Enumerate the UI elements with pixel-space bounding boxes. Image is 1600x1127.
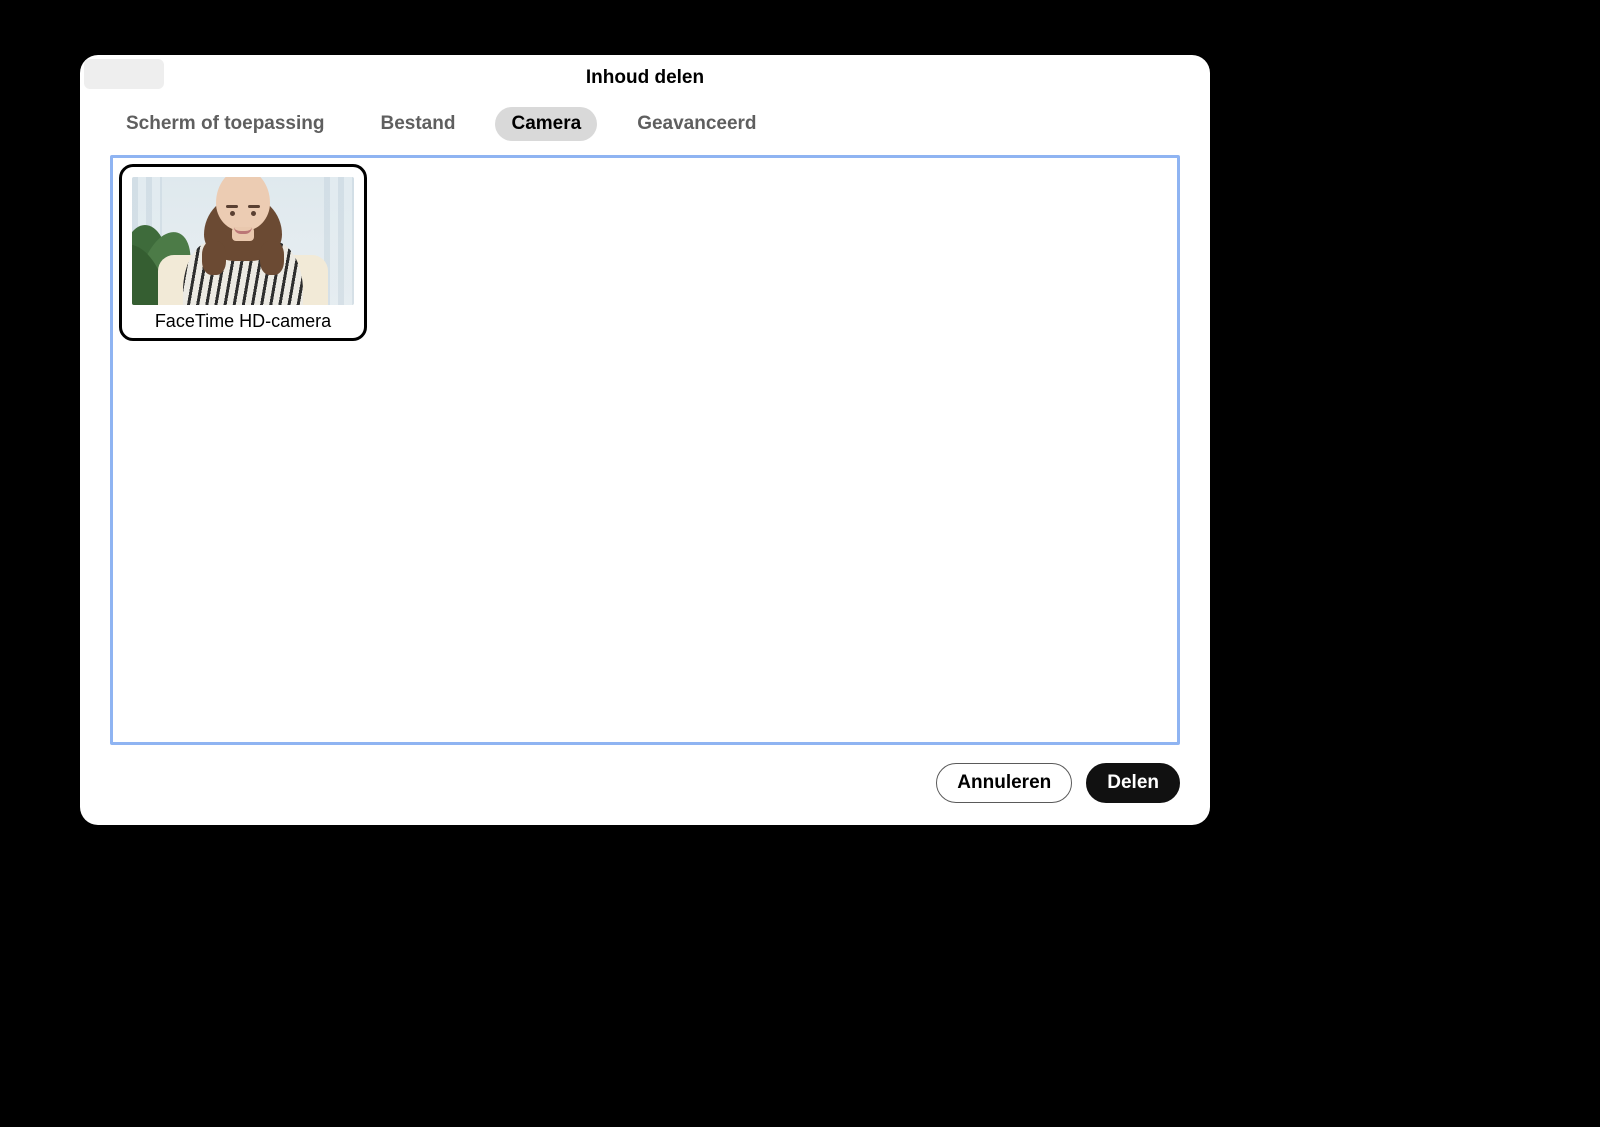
tab-advanced[interactable]: Geavanceerd	[621, 107, 772, 141]
window-controls-placeholder	[84, 59, 164, 89]
tab-bar: Scherm of toepassing Bestand Camera Geav…	[80, 101, 1210, 155]
tab-screen-or-application[interactable]: Scherm of toepassing	[110, 107, 341, 141]
share-button[interactable]: Delen	[1086, 763, 1180, 803]
tab-camera[interactable]: Camera	[495, 107, 597, 141]
cancel-button[interactable]: Annuleren	[936, 763, 1072, 803]
camera-option-label: FaceTime HD-camera	[132, 305, 354, 332]
dialog-titlebar: Inhoud delen	[80, 55, 1210, 101]
camera-selection-area[interactable]: FaceTime HD-camera	[110, 155, 1180, 745]
dialog-title: Inhoud delen	[586, 67, 704, 89]
share-content-dialog: Inhoud delen Scherm of toepassing Bestan…	[80, 55, 1210, 825]
camera-option-facetime-hd[interactable]: FaceTime HD-camera	[119, 164, 367, 341]
camera-preview-thumbnail	[132, 177, 354, 305]
tab-file[interactable]: Bestand	[365, 107, 472, 141]
dialog-footer: Annuleren Delen	[80, 745, 1210, 825]
